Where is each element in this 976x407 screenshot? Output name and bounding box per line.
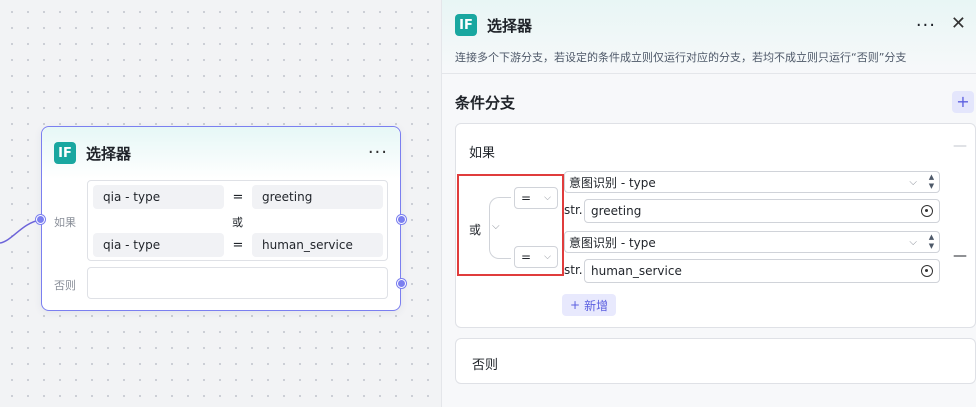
logic-operator-label[interactable]: 或	[469, 221, 481, 238]
panel-title: 选择器	[487, 16, 533, 35]
stepper-icon[interactable]: ▲ ▼	[925, 171, 938, 193]
else-branch-box	[87, 267, 388, 299]
condition-value: human_service	[252, 233, 383, 257]
condition-row: qia - type = greeting	[93, 185, 383, 209]
chevron-down-icon: ⌵	[544, 193, 551, 203]
node-title: 选择器	[86, 144, 132, 163]
add-branch-button[interactable]: +	[952, 91, 974, 113]
chevron-down-icon[interactable]: ⌵	[492, 221, 500, 232]
if-label: 如果	[54, 216, 76, 229]
if-icon: IF	[455, 14, 477, 36]
remove-branch-icon[interactable]: —	[953, 138, 967, 154]
settings-panel: IF 选择器 ··· ✕ 连接多个下游分支，若设定的条件成立则仅运行对应的分支，…	[441, 0, 976, 407]
variable-select[interactable]: 意图识别 - type ⌵	[564, 231, 940, 253]
value-input[interactable]: greeting	[584, 199, 940, 223]
remove-condition-icon[interactable]: —	[953, 248, 967, 264]
else-output-port[interactable]	[397, 279, 406, 288]
operator-select[interactable]: = ⌵	[514, 187, 558, 209]
chevron-down-icon: ⌵	[909, 176, 917, 188]
value-input[interactable]: human_service	[584, 259, 940, 283]
condition-operator: =	[232, 189, 244, 205]
more-icon[interactable]: ···	[368, 144, 388, 162]
condition-value: greeting	[252, 185, 383, 209]
plus-icon: +	[570, 298, 581, 312]
value-type-label: str.	[564, 203, 583, 217]
condition-operator: =	[232, 237, 244, 253]
if-icon: IF	[54, 142, 76, 164]
if-branch-card: 如果 — 或 ⌵ = ⌵ 意图识别 - type ⌵ ▲ ▼ str. greetin…	[455, 123, 976, 328]
connection-edge	[0, 219, 41, 244]
value-type-label: str.	[564, 263, 583, 277]
target-icon[interactable]	[921, 265, 933, 277]
if-output-port[interactable]	[397, 215, 406, 224]
else-branch-label: 否则	[472, 358, 499, 373]
operator-select[interactable]: = ⌵	[514, 246, 558, 268]
section-title: 条件分支	[455, 94, 516, 112]
variable-select[interactable]: 意图识别 - type ⌵	[564, 171, 940, 193]
more-icon[interactable]: ···	[916, 15, 936, 36]
stepper-icon[interactable]: ▲ ▼	[925, 231, 938, 253]
condition-row: qia - type = human_service	[93, 233, 383, 257]
close-icon[interactable]: ✕	[951, 13, 966, 34]
chevron-down-icon: ⌵	[909, 236, 917, 248]
if-branch-label: 如果	[469, 146, 496, 161]
panel-description: 连接多个下游分支，若设定的条件成立则仅运行对应的分支，若均不成立则只运行“否则”…	[455, 51, 907, 64]
selector-node[interactable]: IF 选择器 ··· 如果 否则 qia - type = greeting 或…	[36, 126, 406, 311]
target-icon[interactable]	[921, 205, 933, 217]
condition-variable: qia - type	[93, 233, 224, 257]
node-header: IF 选择器 ···	[42, 127, 400, 179]
add-condition-button[interactable]: + 新增	[562, 294, 617, 316]
panel-header: IF 选择器 ··· ✕ 连接多个下游分支，若设定的条件成立则仅运行对应的分支，…	[442, 0, 976, 74]
else-label: 否则	[54, 279, 76, 292]
condition-summary: qia - type = greeting 或 qia - type = hum…	[87, 180, 388, 261]
chevron-down-icon: ⌵	[544, 252, 551, 262]
or-label: 或	[232, 216, 243, 229]
else-branch-card: 否则	[455, 338, 976, 384]
condition-variable: qia - type	[93, 185, 224, 209]
add-condition-label: 新增	[584, 298, 609, 313]
input-port[interactable]	[36, 215, 45, 224]
